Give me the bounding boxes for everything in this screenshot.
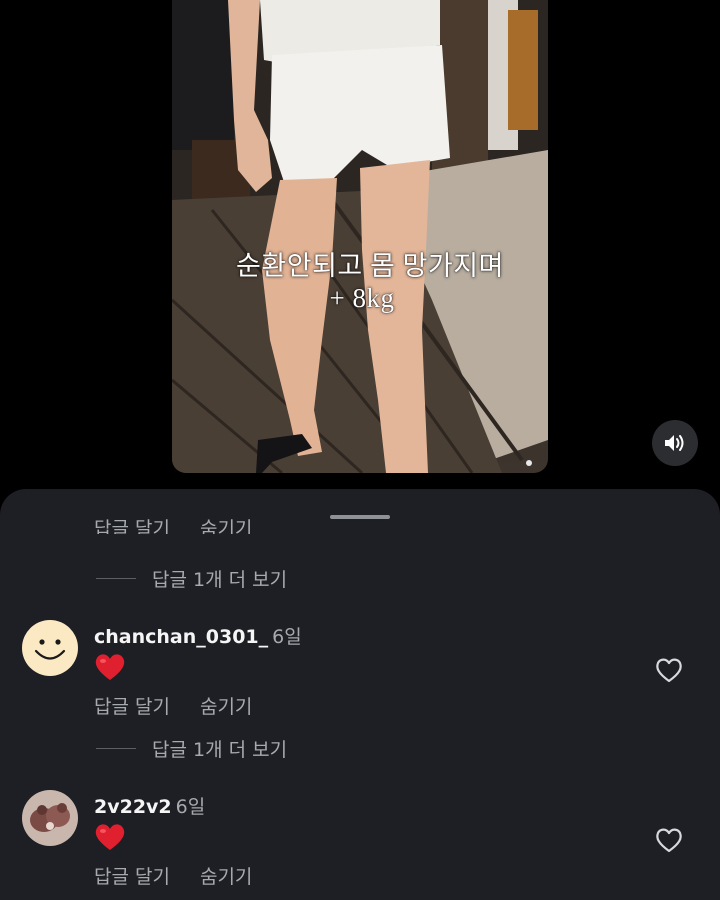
video-frame-illustration <box>172 0 548 473</box>
reply-thread-line <box>96 748 136 749</box>
hide-button[interactable]: 숨기기 <box>200 696 252 718</box>
hide-button[interactable]: 숨기기 <box>200 866 252 888</box>
view-more-replies[interactable]: 답글 1개 더 보기 <box>96 735 287 762</box>
video-progress-dot <box>526 460 532 466</box>
red-heart-emoji-icon <box>95 654 125 680</box>
username[interactable]: chanchan_0301_ <box>94 626 268 648</box>
comment-actions: 답글 달기 숨기기 <box>94 862 252 889</box>
comment-item: chanchan_0301_ 6일 답글 달기 숨기기 <box>0 620 720 730</box>
reply-button[interactable]: 답글 달기 <box>94 866 170 888</box>
sound-toggle-button[interactable] <box>652 420 698 466</box>
view-more-replies[interactable]: 답글 1개 더 보기 <box>96 565 287 592</box>
video-caption-line-2: + 8kg <box>329 283 395 313</box>
profile-photo-icon <box>22 790 78 846</box>
reply-button[interactable]: 답글 달기 <box>94 696 170 718</box>
heart-outline-icon[interactable] <box>654 826 684 854</box>
previous-comment-actions: 답글 달기 숨기기 <box>94 518 252 534</box>
comment-time: 6일 <box>272 626 302 648</box>
comment-author[interactable]: 2v22v2 6일 <box>94 792 205 819</box>
sheet-drag-handle[interactable] <box>330 515 390 519</box>
comments-sheet[interactable]: 답글 달기 숨기기 답글 1개 더 보기 chanchan_0301_ 6일 답글 … <box>0 489 720 900</box>
smiley-face-icon <box>22 620 78 676</box>
view-more-replies-label: 답글 1개 더 보기 <box>152 739 288 761</box>
hide-button[interactable]: 숨기기 <box>200 518 252 534</box>
video-caption-line-1: 순환안되고 몸 망가지며 <box>236 251 504 281</box>
reel-video[interactable]: 순환안되고 몸 망가지며 + 8kg <box>172 0 548 473</box>
avatar[interactable] <box>22 790 78 846</box>
reply-button[interactable]: 답글 달기 <box>94 518 170 534</box>
heart-outline-icon[interactable] <box>654 656 684 684</box>
speaker-icon <box>665 435 684 451</box>
avatar[interactable] <box>22 620 78 676</box>
comment-author[interactable]: chanchan_0301_ 6일 <box>94 622 302 649</box>
view-more-replies-label: 답글 1개 더 보기 <box>152 569 288 591</box>
red-heart-emoji-icon <box>95 824 125 850</box>
reply-thread-line <box>96 578 136 579</box>
username[interactable]: 2v22v2 <box>94 796 172 818</box>
comment-time: 6일 <box>175 796 206 818</box>
comment-actions: 답글 달기 숨기기 <box>94 692 252 719</box>
comment-item: 2v22v2 6일 답글 달기 숨기기 <box>0 790 720 900</box>
